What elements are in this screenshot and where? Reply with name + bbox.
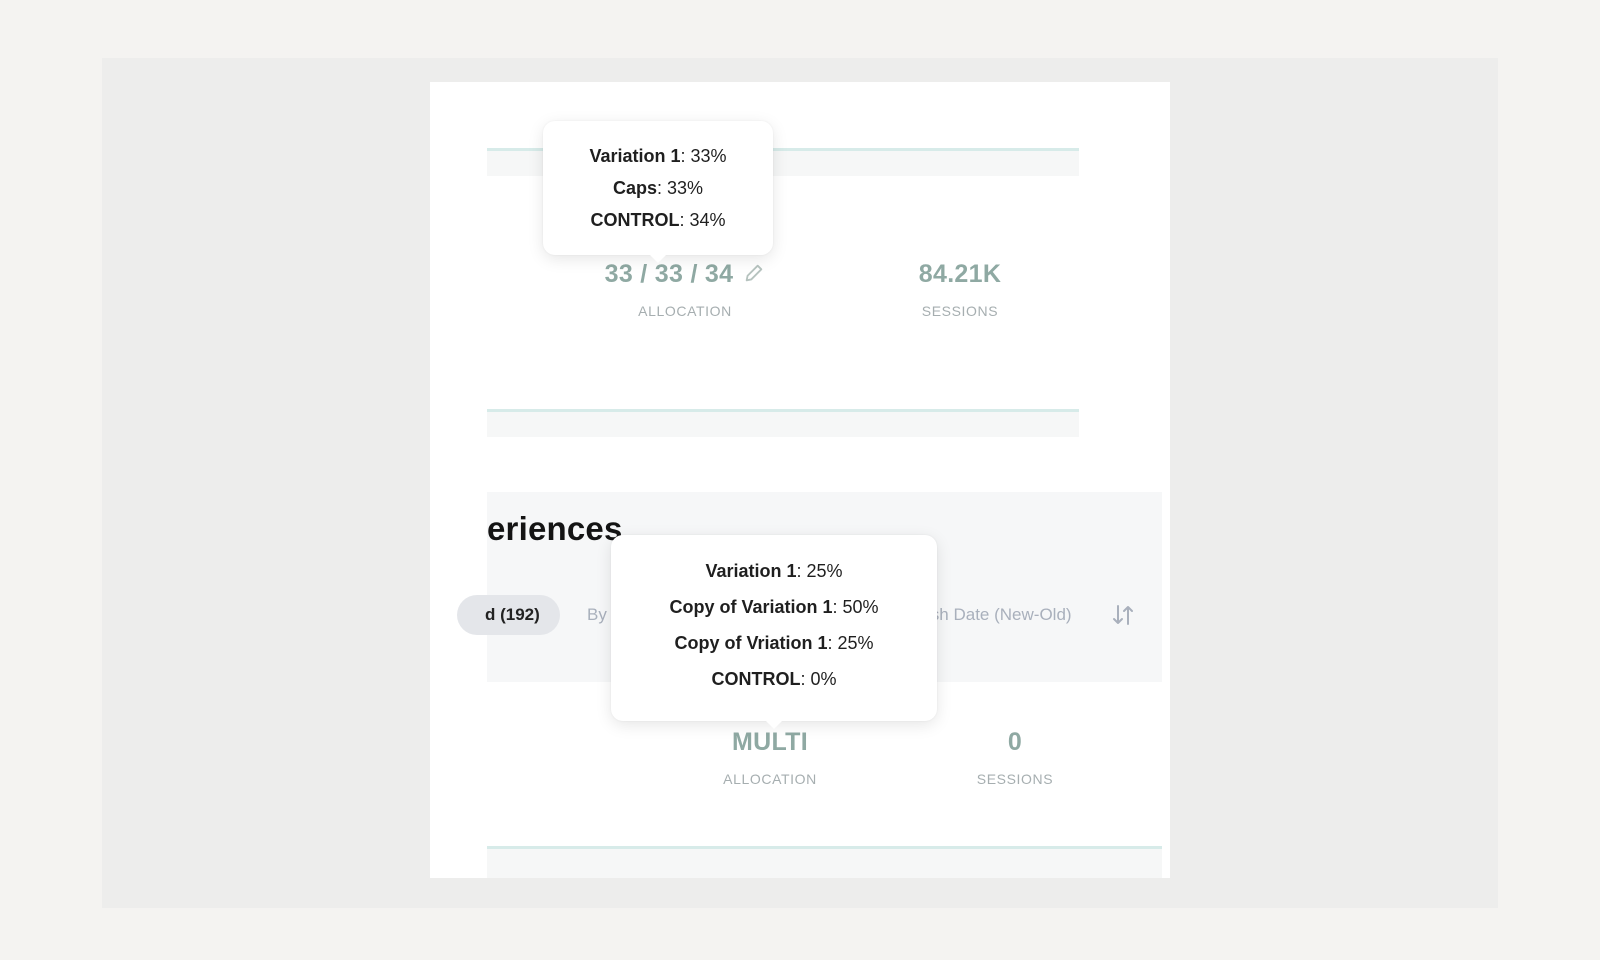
tooltip-line: Variation 1: 25% bbox=[705, 561, 843, 581]
tooltip-line: Caps: 33% bbox=[612, 178, 704, 198]
sessions-stat: 84.21K SESSIONS bbox=[895, 260, 1025, 319]
sessions-label: SESSIONS bbox=[976, 771, 1054, 787]
allocation-tooltip: Variation 1: 33% Caps: 33% CONTROL: 34% bbox=[543, 121, 773, 263]
allocation-value: 33 / 33 / 34 bbox=[604, 260, 734, 288]
tooltip-line: Variation 1: 33% bbox=[589, 146, 727, 166]
sessions-label: SESSIONS bbox=[921, 303, 999, 319]
section-title: eriences bbox=[487, 510, 623, 547]
experiences-card: 33 / 33 / 34 ALLOCATION 84.21K SESSIONS … bbox=[430, 82, 1170, 878]
allocation-label: ALLOCATION bbox=[723, 771, 817, 787]
experience-row-divider bbox=[487, 409, 1079, 437]
allocation-value[interactable]: MULTI bbox=[695, 728, 845, 757]
allocation-tooltip: Variation 1: 25% Copy of Variation 1: 50… bbox=[611, 535, 937, 729]
experience-row-divider bbox=[487, 846, 1162, 878]
sessions-stat: 0 SESSIONS bbox=[950, 728, 1080, 787]
sessions-value: 84.21K bbox=[918, 260, 1002, 288]
allocation-stat: MULTI ALLOCATION bbox=[695, 728, 845, 787]
sessions-value: 0 bbox=[1007, 728, 1023, 756]
tooltip-line: Copy of Vriation 1: 25% bbox=[674, 633, 874, 653]
tooltip-line: Copy of Variation 1: 50% bbox=[669, 597, 879, 617]
pencil-icon[interactable] bbox=[743, 262, 765, 284]
allocation-value-row[interactable]: 33 / 33 / 34 bbox=[590, 260, 780, 289]
filter-pill[interactable]: d (192) bbox=[457, 595, 560, 635]
allocation-label: ALLOCATION bbox=[638, 303, 732, 319]
tooltip-line: CONTROL: 0% bbox=[711, 669, 837, 689]
sort-icon[interactable] bbox=[1112, 603, 1134, 627]
tooltip-line: CONTROL: 34% bbox=[590, 210, 726, 230]
filter-by-label[interactable]: By bbox=[587, 595, 607, 635]
allocation-stat: 33 / 33 / 34 ALLOCATION bbox=[590, 260, 780, 319]
